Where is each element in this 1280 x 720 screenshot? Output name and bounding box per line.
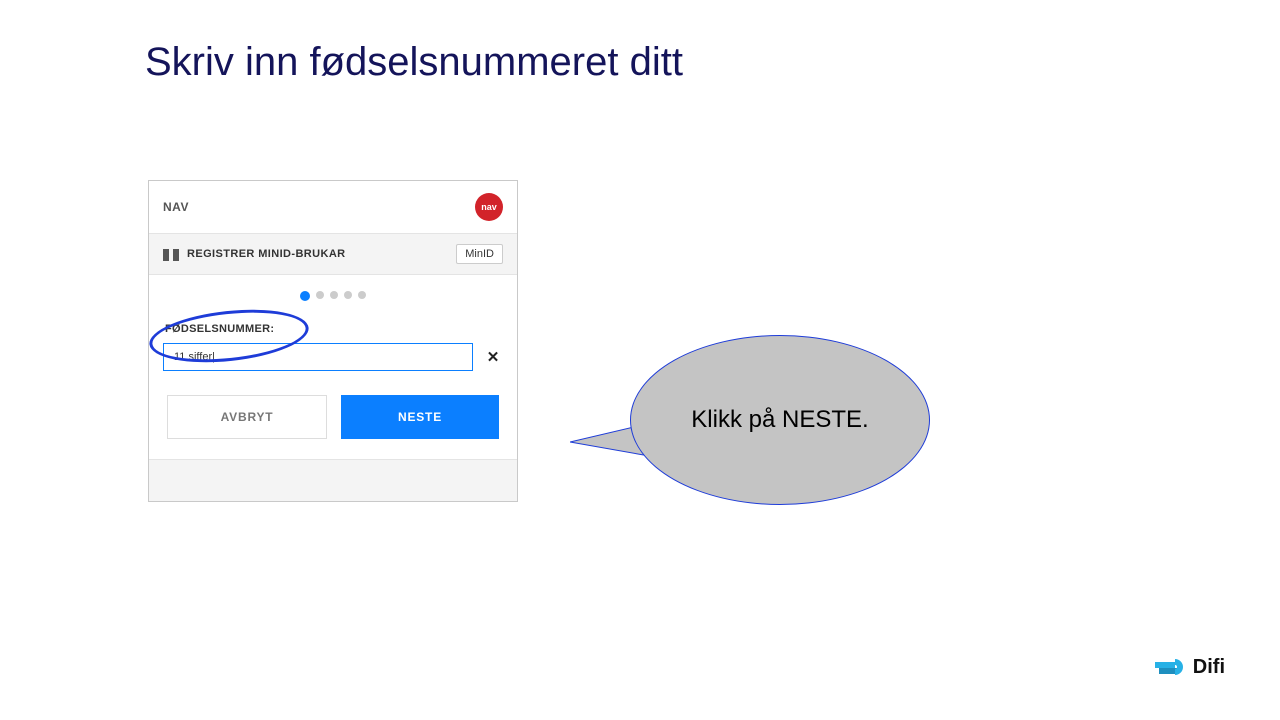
progress-dot-4 bbox=[344, 291, 352, 299]
callout: Klikk på NESTE. bbox=[570, 335, 950, 515]
card-body: FØDSELSNUMMER: ✕ AVBRYT NESTE bbox=[149, 275, 517, 459]
field-area: FØDSELSNUMMER: ✕ bbox=[163, 323, 503, 371]
progress-dot-1 bbox=[300, 291, 310, 301]
card-header: NAV nav bbox=[149, 181, 517, 234]
difi-logo: Difi bbox=[1153, 654, 1225, 680]
input-row: ✕ bbox=[163, 343, 503, 371]
card-subheader: REGISTRER MINID-BRUKAR MinID bbox=[149, 234, 517, 275]
cancel-button[interactable]: AVBRYT bbox=[167, 395, 327, 439]
nav-label: NAV bbox=[163, 200, 189, 214]
card-footer bbox=[149, 459, 517, 501]
progress-dot-3 bbox=[330, 291, 338, 299]
progress-dot-5 bbox=[358, 291, 366, 299]
login-card: NAV nav REGISTRER MINID-BRUKAR MinID FØD… bbox=[148, 180, 518, 502]
castle-icon bbox=[163, 247, 179, 261]
difi-text: Difi bbox=[1193, 656, 1225, 679]
fodselsnummer-label: FØDSELSNUMMER: bbox=[163, 323, 503, 335]
minid-badge: MinID bbox=[456, 244, 503, 264]
callout-bubble: Klikk på NESTE. bbox=[630, 335, 930, 505]
difi-mark-icon bbox=[1153, 654, 1183, 680]
subheader-title: REGISTRER MINID-BRUKAR bbox=[187, 248, 346, 260]
slide-title: Skriv inn fødselsnummeret ditt bbox=[145, 40, 683, 85]
fodselsnummer-input[interactable] bbox=[163, 343, 473, 371]
button-row: AVBRYT NESTE bbox=[163, 395, 503, 439]
subheader-left: REGISTRER MINID-BRUKAR bbox=[163, 247, 346, 261]
clear-input-icon[interactable]: ✕ bbox=[483, 348, 503, 366]
callout-text: Klikk på NESTE. bbox=[691, 406, 868, 435]
nav-logo-icon: nav bbox=[475, 193, 503, 221]
progress-dot-2 bbox=[316, 291, 324, 299]
progress-dots bbox=[163, 291, 503, 301]
next-button[interactable]: NESTE bbox=[341, 395, 499, 439]
